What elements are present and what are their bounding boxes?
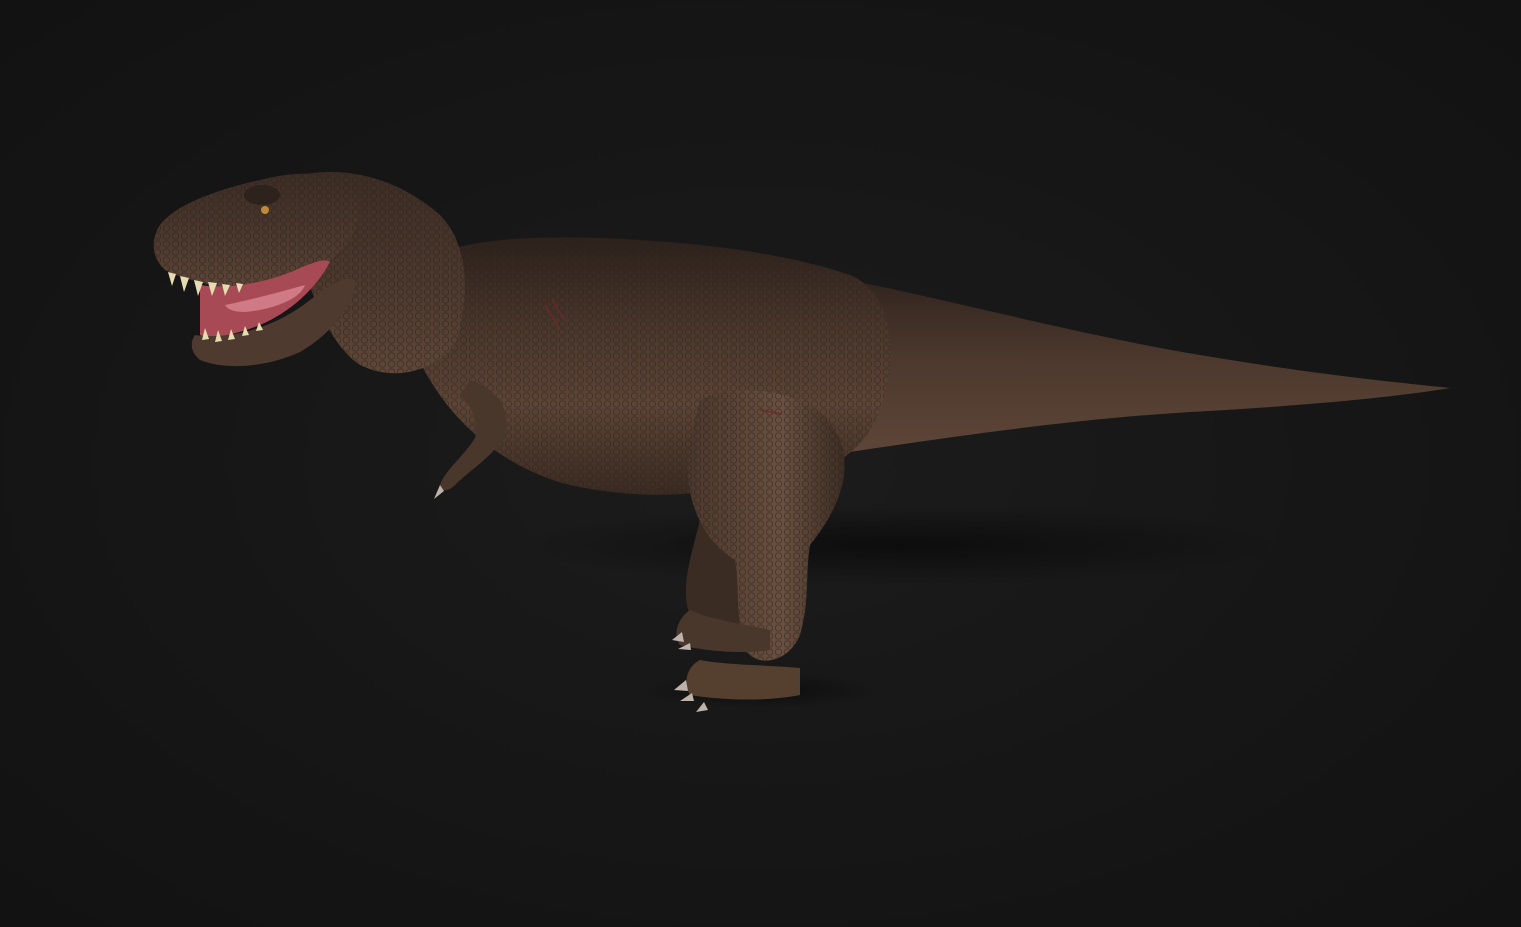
eye [261,206,269,214]
ground-shadow [520,505,1280,585]
near-foot [686,660,800,700]
eye-ridge [244,185,280,205]
scene-canvas [153,171,1450,712]
3d-viewport[interactable] [0,0,1521,927]
